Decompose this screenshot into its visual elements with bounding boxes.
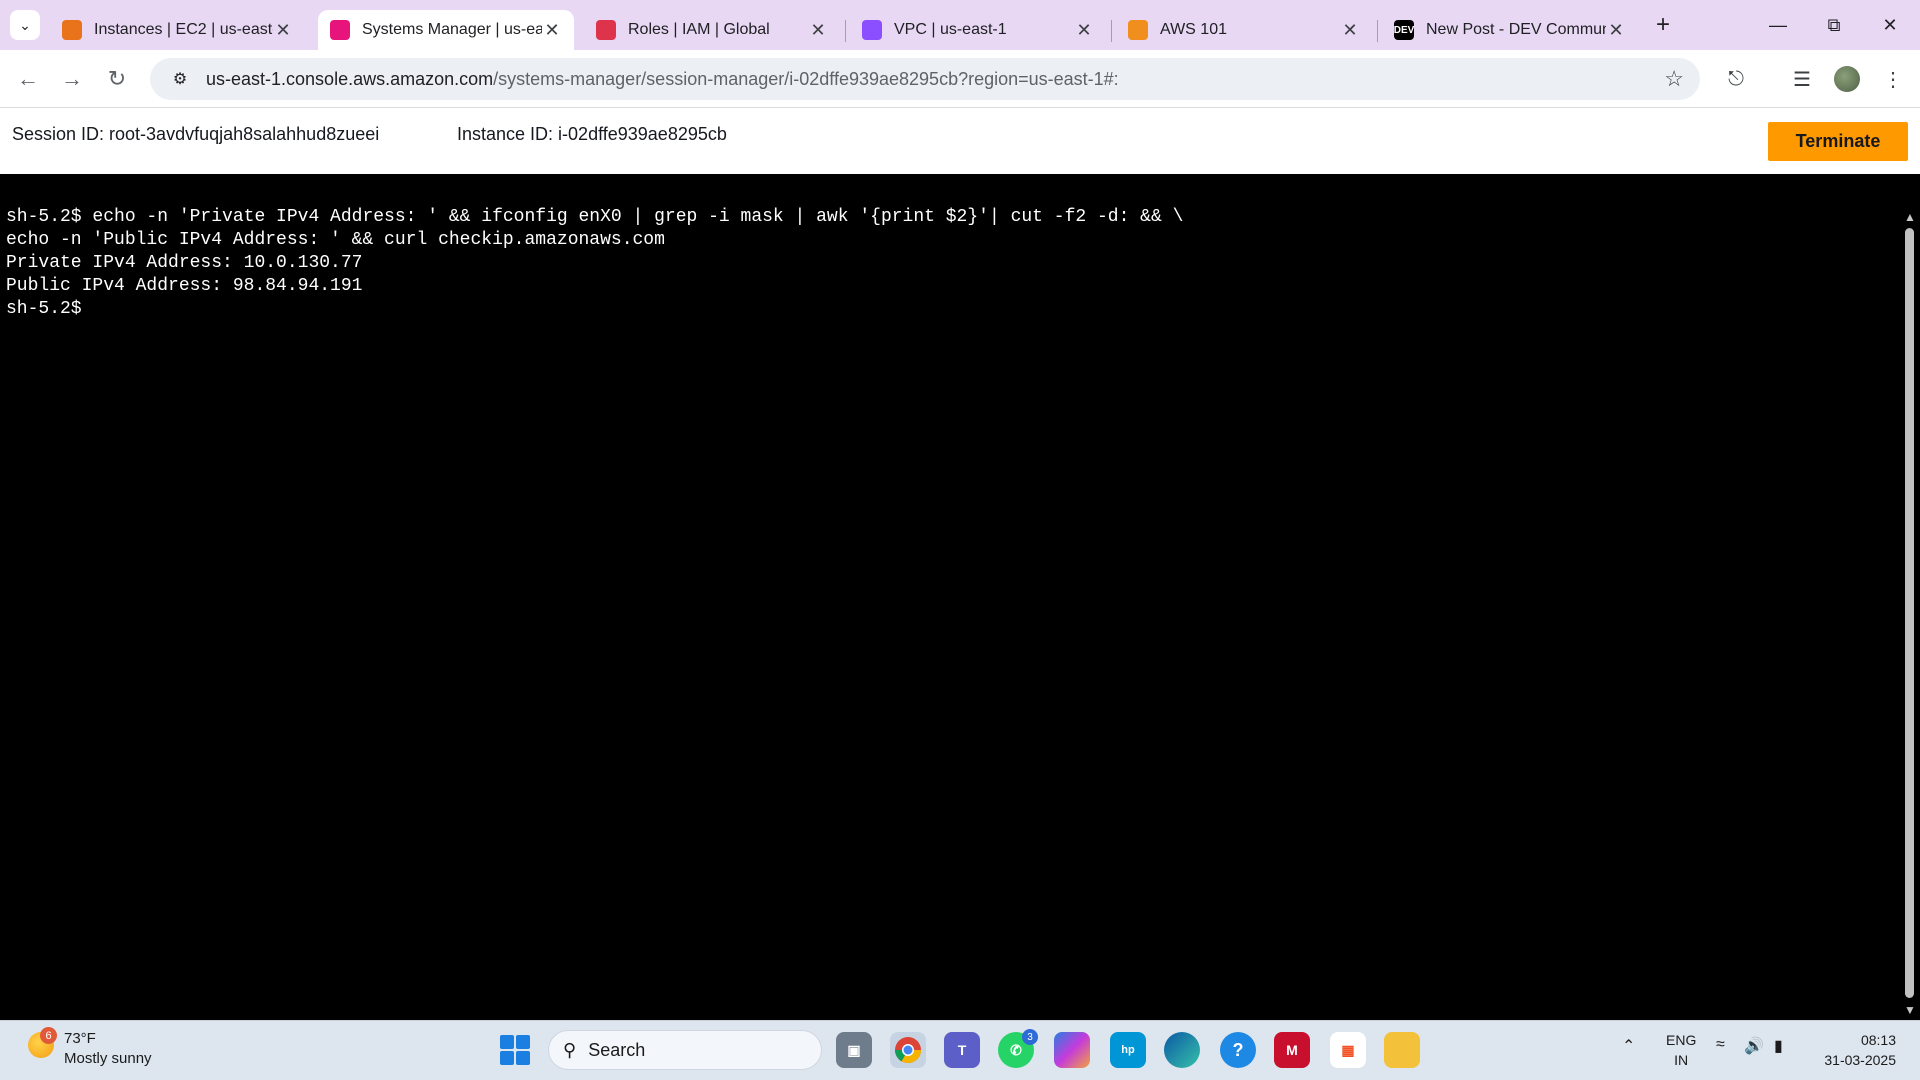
restore-icon[interactable]: ⧉ [1814,10,1854,40]
teams-icon[interactable]: T [944,1032,980,1068]
reload-icon[interactable]: ↻ [101,63,133,95]
region-code: IN [1674,1052,1689,1068]
language-code: ENG [1666,1032,1697,1048]
url-text: us-east-1.console.aws.amazon.com/systems… [206,69,1119,90]
forward-arrow-icon[interactable]: → [56,63,88,95]
iam-icon [596,20,616,40]
tab-vpc[interactable]: VPC | us-east-1 ✕ [850,10,1106,50]
close-icon[interactable]: ✕ [1340,20,1360,41]
terminal-output[interactable]: sh-5.2$ echo -n 'Private IPv4 Address: '… [0,174,1900,1020]
url-path: /systems-manager/session-manager/i-02dff… [493,68,1119,89]
scroll-down-arrow-icon[interactable]: ▼ [1904,1003,1916,1017]
weather-description[interactable]: Mostly sunny [64,1050,152,1067]
tab-instances-ec2[interactable]: Instances | EC2 | us-east-1 ✕ [50,10,305,50]
copilot-icon[interactable] [1054,1032,1090,1068]
language-indicator[interactable]: ENG IN [1666,1030,1696,1070]
kebab-menu-icon[interactable]: ⋮ [1877,63,1909,95]
tab-title: New Post - DEV Community [1426,21,1606,38]
volume-icon[interactable]: 🔊 [1744,1036,1764,1056]
clock-time: 08:13 [1860,1032,1896,1048]
terminal-line: Private IPv4 Address: 10.0.130.77 [6,253,363,273]
windows-start-icon[interactable] [500,1035,530,1065]
terminal-line: sh-5.2$ echo -n 'Private IPv4 Address: '… [6,207,1184,227]
clock-date: 31-03-2025 [1824,1052,1896,1068]
show-hidden-icons-chevron-up-icon[interactable]: ⌃ [1622,1036,1635,1056]
battery-icon[interactable]: ▮ [1774,1036,1783,1056]
new-tab-plus-icon[interactable]: + [1648,10,1678,40]
edge-icon[interactable] [1164,1032,1200,1068]
tab-aws-101[interactable]: AWS 101 ✕ [1116,10,1372,50]
task-view-icon[interactable]: ▣ [836,1032,872,1068]
whatsapp-badge: 3 [1022,1029,1038,1045]
close-icon[interactable]: ✕ [808,20,828,41]
tab-title: Systems Manager | us-east-1 [362,21,542,38]
tab-separator [1377,20,1378,42]
taskbar-search[interactable]: ⚲ Search [548,1030,822,1070]
instance-id: Instance ID: i-02dffe939ae8295cb [457,124,727,144]
tab-title: VPC | us-east-1 [894,21,1007,38]
close-icon[interactable]: ✕ [1074,20,1094,41]
scroll-up-arrow-icon[interactable]: ▲ [1904,210,1916,224]
weather-badge: 6 [40,1027,57,1044]
terminate-button[interactable]: Terminate [1768,122,1908,161]
session-header: Session ID: root-3avdvfuqjah8salahhud8zu… [0,108,1920,174]
tab-roles-iam[interactable]: Roles | IAM | Global ✕ [584,10,840,50]
bookmark-star-icon[interactable]: ☆ [1664,66,1684,92]
help-icon[interactable]: ? [1220,1032,1256,1068]
minimize-icon[interactable]: — [1758,10,1798,40]
aws-cube-icon [1128,20,1148,40]
tab-separator [1111,20,1112,42]
tab-separator [845,20,846,42]
media-controls-icon[interactable]: ☰ [1786,63,1818,95]
profile-avatar[interactable] [1834,66,1860,92]
extensions-puzzle-icon[interactable]: ⎋ [1720,63,1752,95]
myhp-icon[interactable]: hp [1110,1032,1146,1068]
close-icon[interactable]: ✕ [1606,20,1626,41]
tab-dev-community[interactable]: DEV New Post - DEV Community ✕ [1382,10,1638,50]
wifi-icon[interactable]: ≈ [1716,1036,1725,1054]
close-window-icon[interactable]: ✕ [1870,10,1910,40]
search-icon: ⚲ [563,1039,577,1060]
vpc-icon [862,20,882,40]
systems-manager-icon [330,20,350,40]
file-explorer-icon[interactable] [1384,1032,1420,1068]
back-arrow-icon[interactable]: ← [12,63,44,95]
ec2-icon [62,20,82,40]
close-icon[interactable]: ✕ [273,20,293,41]
terminal-line: echo -n 'Public IPv4 Address: ' && curl … [6,230,665,250]
weather-temperature[interactable]: 73°F [64,1030,96,1047]
close-icon[interactable]: ✕ [542,20,562,41]
site-info-icon[interactable]: ⚙ [160,63,200,95]
search-label: Search [588,1039,646,1060]
microsoft-store-icon[interactable]: ▦ [1330,1032,1366,1068]
tab-title: AWS 101 [1160,21,1227,38]
tab-search-chevron-down-icon[interactable]: ⌄ [10,10,40,40]
system-clock[interactable]: 08:13 31-03-2025 [1816,1030,1896,1070]
tab-title: Instances | EC2 | us-east-1 [94,21,273,38]
chrome-icon[interactable] [890,1032,926,1068]
tab-systems-manager[interactable]: Systems Manager | us-east-1 ✕ [318,10,574,50]
scroll-thumb[interactable] [1905,228,1914,998]
tab-title: Roles | IAM | Global [628,21,770,38]
terminal-line: Public IPv4 Address: 98.84.94.191 [6,276,363,296]
terminal-prompt: sh-5.2$ [6,299,82,319]
session-id: Session ID: root-3avdvfuqjah8salahhud8zu… [12,124,380,144]
address-bar[interactable]: ⚙ us-east-1.console.aws.amazon.com/syste… [150,58,1700,100]
mcafee-icon[interactable]: M [1274,1032,1310,1068]
url-host: us-east-1.console.aws.amazon.com [206,68,494,89]
dev-logo-icon: DEV [1394,20,1414,40]
